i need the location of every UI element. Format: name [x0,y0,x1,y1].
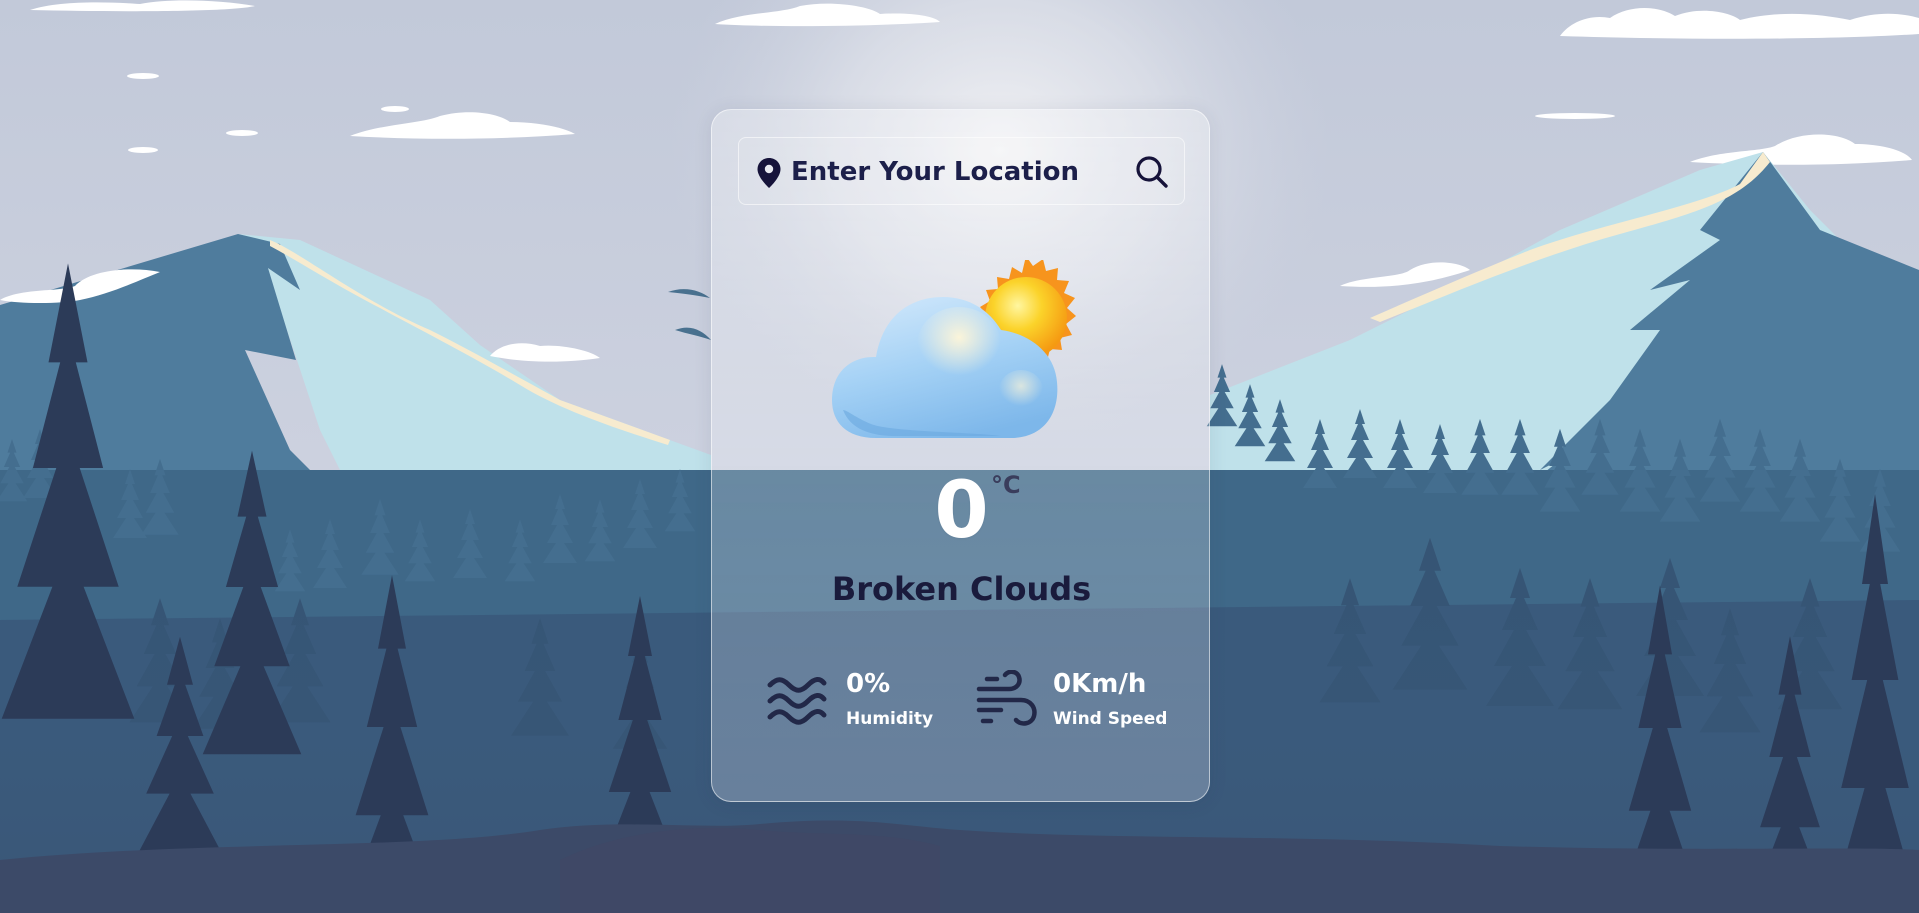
location-search-input[interactable] [791,150,1121,194]
weather-card: 0 °C Broken Clouds 0% Humidity 0Km/h Win… [711,109,1210,802]
temperature-value: 0 [934,466,989,556]
wind-icon [976,670,1037,726]
wind-speed-value: 0Km/h [1053,669,1147,699]
humidity-label: Humidity [846,709,934,729]
search-icon[interactable] [1134,154,1170,190]
search-bar [738,137,1185,205]
humidity-value: 0% [846,669,891,699]
location-pin-icon [757,158,781,188]
waves-icon [767,677,827,725]
wind-speed-label: Wind Speed [1053,709,1168,729]
temperature-unit: °C [991,471,1021,499]
weather-condition: Broken Clouds [831,570,1092,608]
cloud-sun-icon [832,260,1076,438]
